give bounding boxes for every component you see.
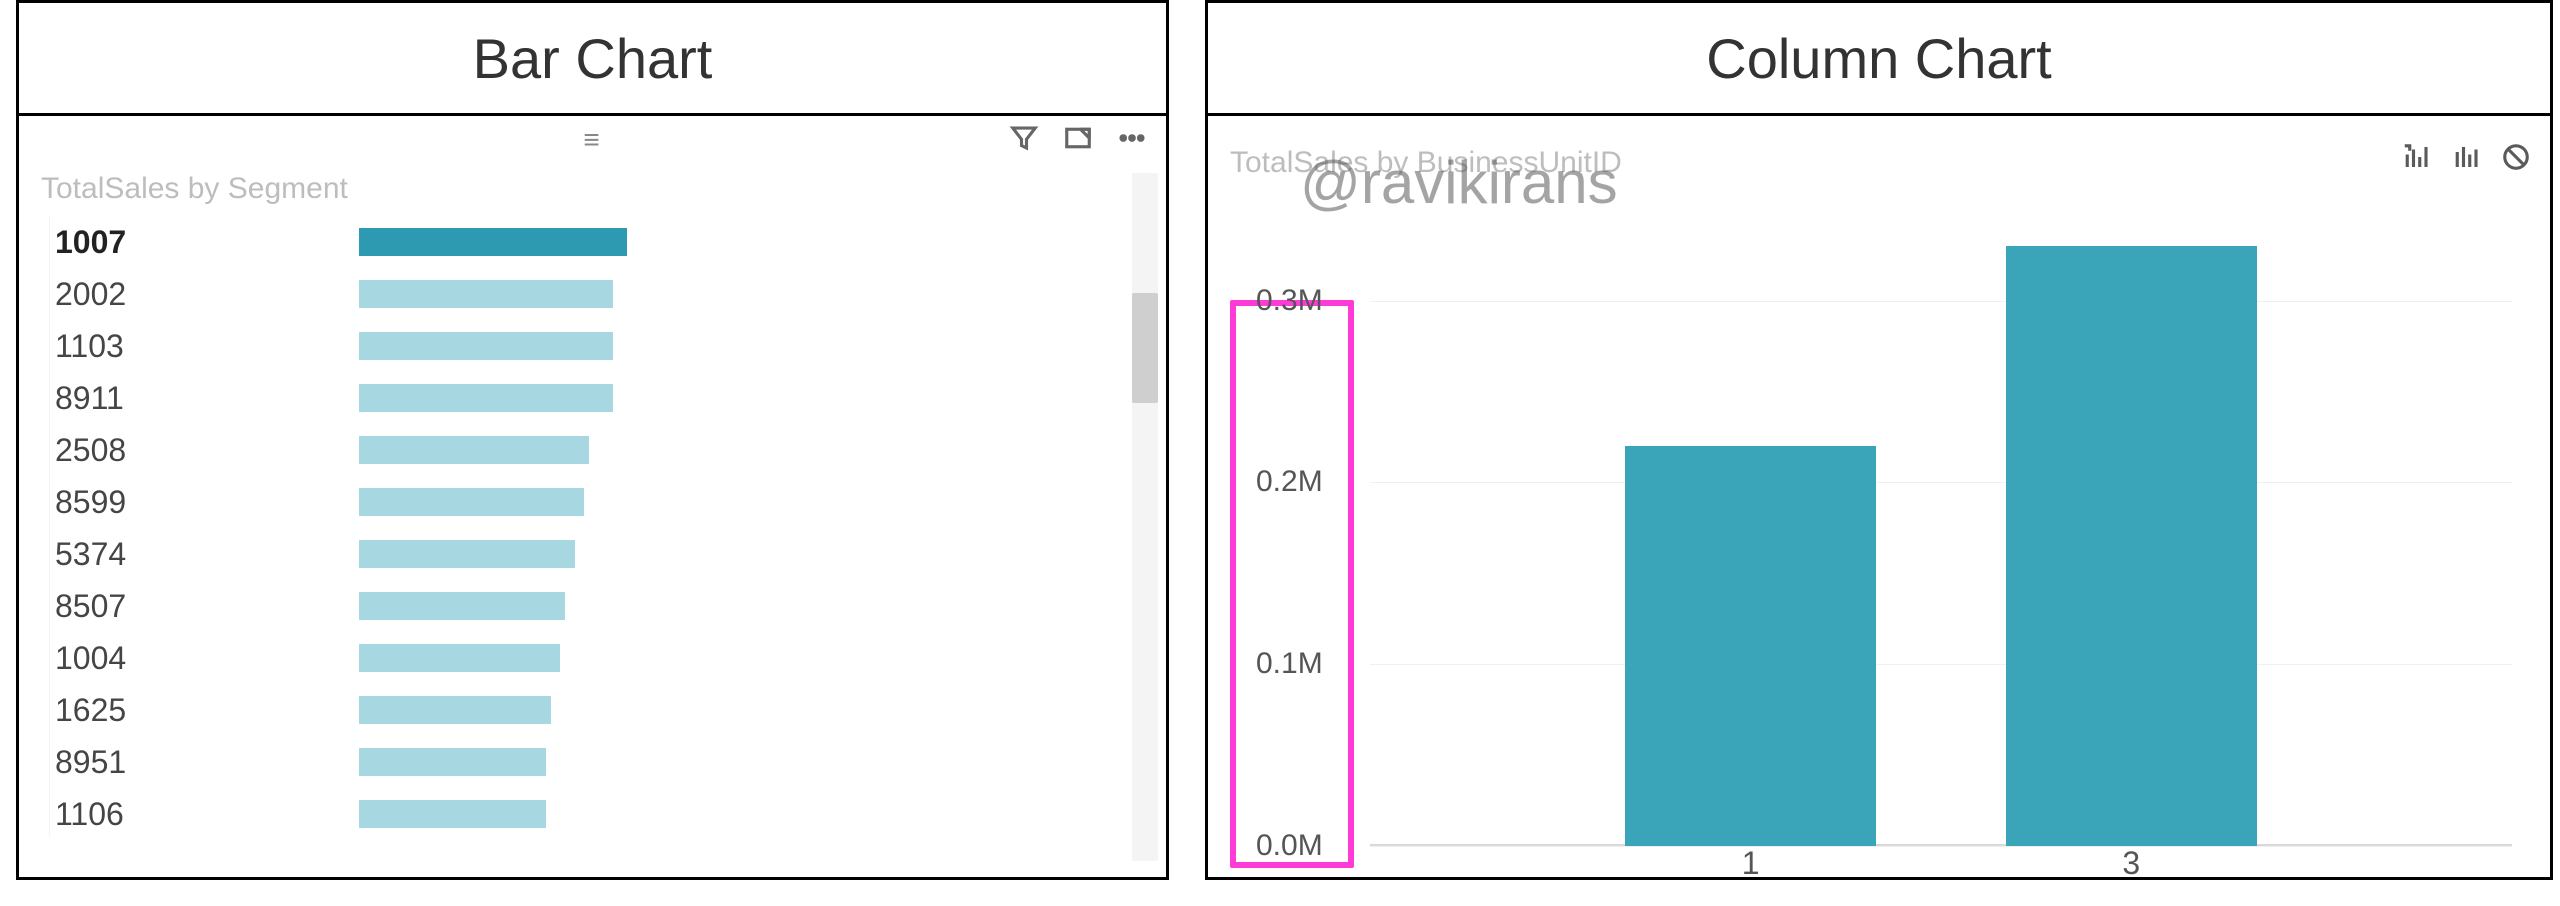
bar-chart-scrollbar[interactable] [1132, 173, 1158, 861]
bar-fill[interactable] [359, 228, 627, 256]
bar-category-label: 8951 [49, 744, 359, 781]
bar-fill[interactable] [359, 592, 565, 620]
bar-fill[interactable] [359, 800, 546, 828]
bar-chart-toolbar: ≡ [19, 116, 1166, 164]
bar-fill[interactable] [359, 488, 584, 516]
bar-category-label: 5374 [49, 536, 359, 573]
bar-row[interactable]: 8951 [49, 736, 1126, 788]
bar-chart-title: Bar Chart [473, 26, 713, 91]
bar-fill[interactable] [359, 696, 551, 724]
bar-chart-title-box: Bar Chart [19, 3, 1166, 116]
bar-category-label: 2002 [49, 276, 359, 313]
x-axis-tick-label: 1 [1742, 845, 1760, 882]
y-axis-tick-label: 0.0M [1256, 829, 1323, 863]
column-chart-visual[interactable]: Column Chart TotalSales by BusinessUnitI… [1205, 0, 2553, 880]
bar-fill[interactable] [359, 332, 613, 360]
column-chart-title: Column Chart [1706, 26, 2051, 91]
column-chart-title-box: Column Chart [1208, 3, 2550, 116]
y-axis-tick-label: 0.3M [1256, 284, 1323, 318]
disable-icon[interactable] [2498, 139, 2534, 175]
bar-fill[interactable] [359, 280, 613, 308]
column-chart-subtitle: TotalSales by BusinessUnitID [1208, 116, 2550, 190]
bar-row[interactable]: 1106 [49, 788, 1126, 836]
bar-row[interactable]: 1103 [49, 320, 1126, 372]
bar-fill[interactable] [359, 748, 546, 776]
scrollbar-thumb[interactable] [1132, 293, 1158, 403]
filter-icon[interactable] [1006, 120, 1042, 156]
bar-category-label: 8507 [49, 588, 359, 625]
report-canvas: Bar Chart ≡ TotalSales by Segment 1007 20… [0, 0, 2560, 888]
y-axis-tick-label: 0.2M [1256, 465, 1323, 499]
bar-category-label: 2508 [49, 432, 359, 469]
bar-row[interactable]: 2002 [49, 268, 1126, 320]
bar-chart-plot[interactable]: 1007 2002 1103 8911 2508 8599 5374 8507 1004 1625… [49, 216, 1126, 836]
drill-down-icon[interactable] [2448, 139, 2484, 175]
bar-row[interactable]: 8507 [49, 580, 1126, 632]
bar-row[interactable]: 8599 [49, 476, 1126, 528]
drill-up-icon[interactable] [2398, 139, 2434, 175]
bar-chart-subtitle: TotalSales by Segment [19, 164, 1166, 216]
bar-category-label: 1625 [49, 692, 359, 729]
bar-category-label: 1007 [49, 224, 359, 261]
bar-category-label: 1106 [49, 796, 359, 833]
column-bar[interactable] [1625, 446, 1876, 846]
bar-row[interactable]: 1625 [49, 684, 1126, 736]
bar-row[interactable]: 1004 [49, 632, 1126, 684]
bar-fill[interactable] [359, 644, 560, 672]
column-bar[interactable] [2006, 246, 2257, 846]
bar-row[interactable]: 1007 [49, 216, 1126, 268]
bar-row[interactable]: 2508 [49, 424, 1126, 476]
bar-fill[interactable] [359, 540, 575, 568]
bar-fill[interactable] [359, 436, 589, 464]
column-chart-plot[interactable]: 0.0M 0.1M 0.2M 0.3M 1 3 [1236, 206, 2522, 906]
y-axis-highlight-box [1230, 300, 1354, 868]
y-axis-tick-label: 0.1M [1256, 647, 1323, 681]
bar-category-label: 8911 [49, 380, 359, 417]
drag-handle-icon[interactable]: ≡ [583, 124, 601, 156]
column-chart-toolbar [2398, 139, 2534, 175]
bar-row[interactable]: 8911 [49, 372, 1126, 424]
more-options-icon[interactable] [1114, 120, 1150, 156]
bar-fill[interactable] [359, 384, 613, 412]
bar-category-label: 1004 [49, 640, 359, 677]
bar-chart-visual[interactable]: Bar Chart ≡ TotalSales by Segment 1007 20… [16, 0, 1169, 880]
bar-category-label: 1103 [49, 328, 359, 365]
x-axis-tick-label: 3 [2122, 845, 2140, 882]
bar-row[interactable]: 5374 [49, 528, 1126, 580]
bar-category-label: 8599 [49, 484, 359, 521]
focus-mode-icon[interactable] [1060, 120, 1096, 156]
